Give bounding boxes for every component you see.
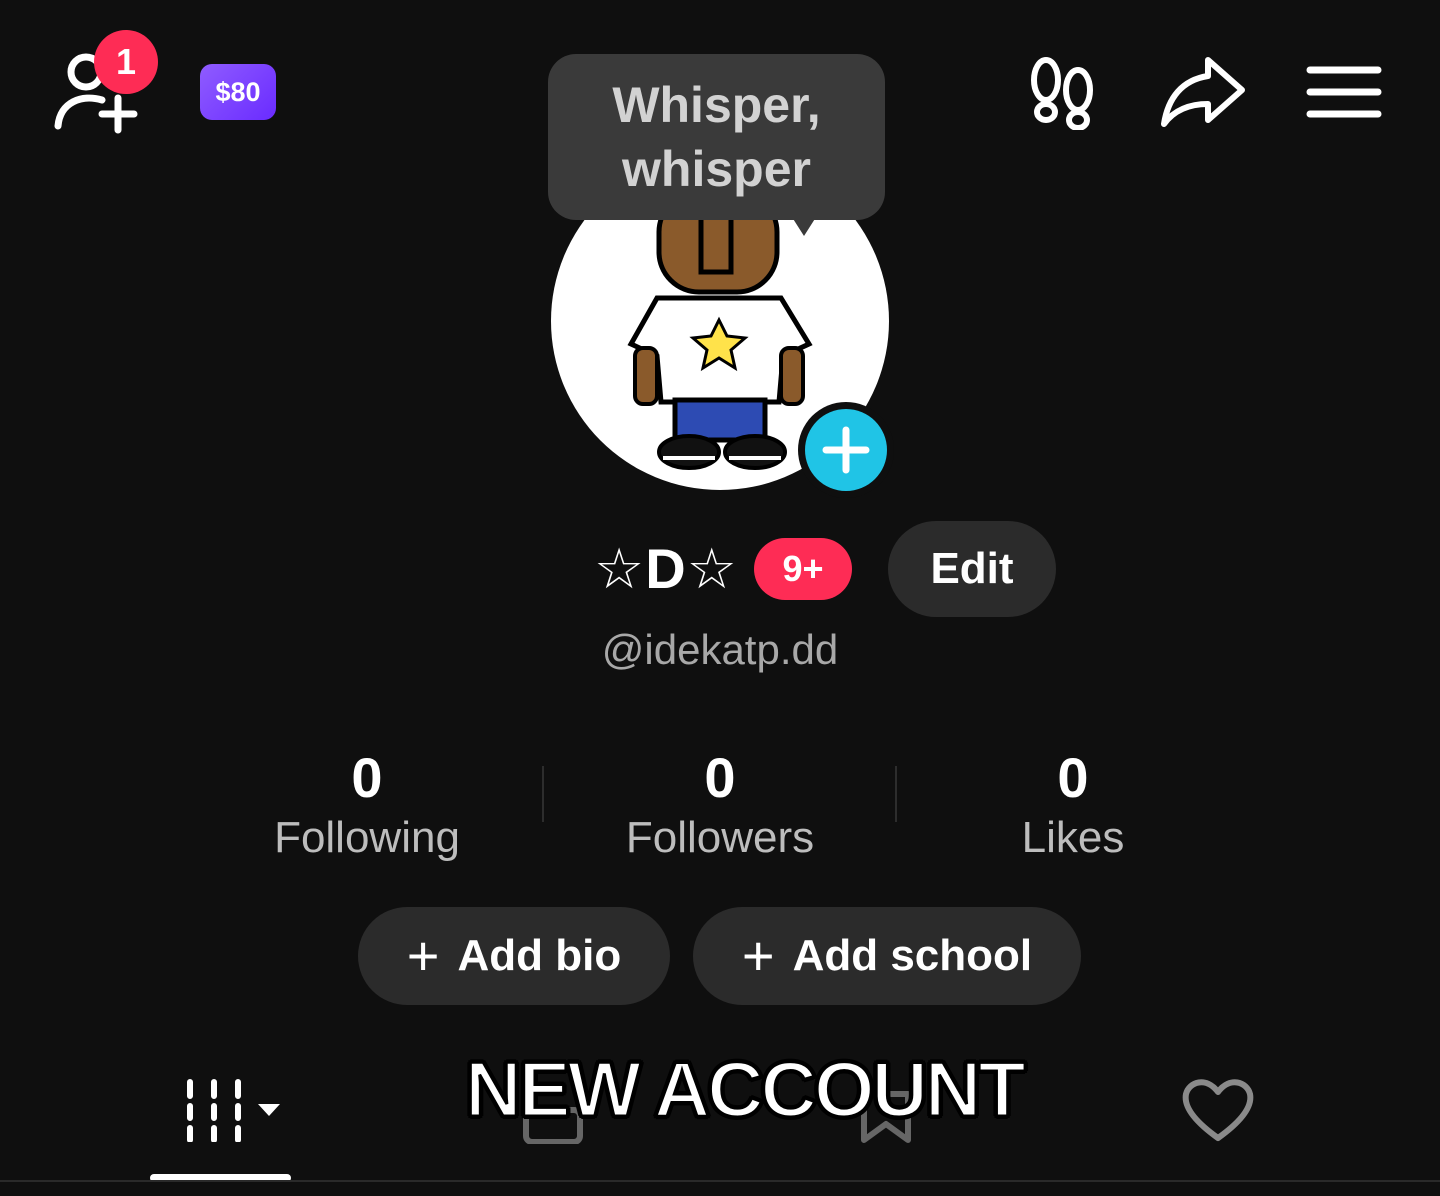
hamburger-menu-icon <box>1306 66 1382 118</box>
stat-divider <box>542 766 544 822</box>
add-school-button[interactable]: + Add school <box>693 907 1081 1005</box>
plus-icon: + <box>406 924 440 987</box>
display-name: ☆D☆ <box>594 537 738 600</box>
add-avatar-button[interactable] <box>798 402 894 498</box>
edit-profile-button[interactable]: Edit <box>888 521 1056 617</box>
profile-views-button[interactable] <box>1028 56 1100 131</box>
overlay-caption: NEW ACCOUNT <box>464 1044 1028 1135</box>
whisper-bubble-tail <box>790 214 818 236</box>
likes-count: 0 <box>1057 746 1089 809</box>
stat-following[interactable]: 0 Following <box>217 746 517 866</box>
tab-videos[interactable] <box>184 1078 284 1143</box>
coins-badge[interactable]: $80 <box>200 64 276 120</box>
whisper-line-2: whisper <box>622 141 811 197</box>
heart-icon <box>1182 1079 1254 1141</box>
add-school-label: Add school <box>792 931 1033 980</box>
menu-button[interactable] <box>1306 64 1382 120</box>
stat-likes[interactable]: 0 Likes <box>923 746 1223 866</box>
likes-label: Likes <box>1021 813 1125 862</box>
share-arrow-icon <box>1161 57 1245 127</box>
whisper-bubble[interactable]: Whisper, whisper <box>548 54 885 220</box>
notification-badge: 1 <box>94 30 158 94</box>
plus-icon <box>822 426 870 474</box>
add-bio-label: Add bio <box>457 931 622 980</box>
whisper-line-1: Whisper, <box>612 77 821 133</box>
user-handle: @idekatp.dd <box>601 626 839 673</box>
name-badge[interactable]: 9+ <box>754 538 852 600</box>
grid-bars-icon <box>187 1079 280 1143</box>
followers-count: 0 <box>704 746 736 809</box>
stat-divider <box>895 766 897 822</box>
following-count: 0 <box>351 746 383 809</box>
stat-followers[interactable]: 0 Followers <box>570 746 870 866</box>
share-button[interactable] <box>1160 54 1246 130</box>
tab-liked[interactable] <box>1180 1076 1256 1144</box>
footprint-icon <box>1031 57 1093 131</box>
tab-bar-divider <box>0 1180 1440 1182</box>
plus-icon: + <box>741 924 775 987</box>
following-label: Following <box>274 813 460 862</box>
add-bio-button[interactable]: + Add bio <box>358 907 670 1005</box>
followers-label: Followers <box>625 813 815 862</box>
